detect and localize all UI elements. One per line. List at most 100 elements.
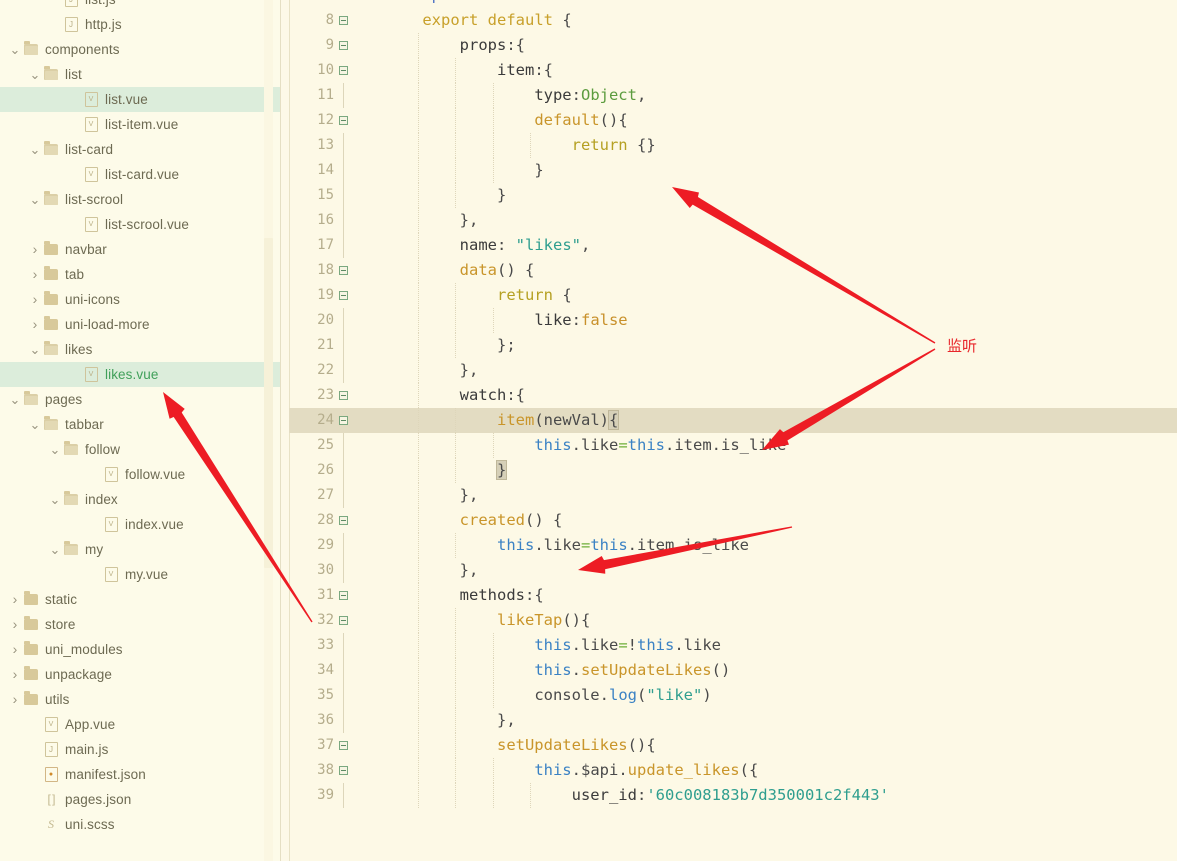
chevron-right-icon[interactable]: › xyxy=(28,312,42,337)
fold-toggle-icon[interactable] xyxy=(339,741,348,750)
code-line-19[interactable]: 19 return { xyxy=(289,283,1177,308)
tree-item-static[interactable]: › static xyxy=(0,587,281,612)
code-line-30[interactable]: 30 }, xyxy=(289,558,1177,583)
code-line-33[interactable]: 33 this.like=!this.like xyxy=(289,633,1177,658)
code-line-35[interactable]: 35 console.log("like") xyxy=(289,683,1177,708)
code-line-31[interactable]: 31 methods:{ xyxy=(289,583,1177,608)
code-line-28[interactable]: 28 created() { xyxy=(289,508,1177,533)
tree-item-follow[interactable]: ⌄ follow xyxy=(0,437,281,462)
chevron-down-icon[interactable]: ⌄ xyxy=(28,412,42,437)
tree-item-list-card-vue[interactable]: Vlist-card.vue xyxy=(0,162,281,187)
code-line-24[interactable]: 24 item(newVal){ xyxy=(289,408,1177,433)
tree-item-list-js[interactable]: Jlist.js xyxy=(0,0,281,12)
chevron-down-icon[interactable]: ⌄ xyxy=(28,62,42,87)
tree-item-follow-vue[interactable]: Vfollow.vue xyxy=(0,462,281,487)
code-line-11[interactable]: 11 type:Object, xyxy=(289,83,1177,108)
fold-toggle-icon[interactable] xyxy=(339,16,348,25)
tree-item-list-item-vue[interactable]: Vlist-item.vue xyxy=(0,112,281,137)
tree-item-list-scrool-vue[interactable]: Vlist-scrool.vue xyxy=(0,212,281,237)
code-line-38[interactable]: 38 this.$api.update_likes({ xyxy=(289,758,1177,783)
code-line-13[interactable]: 13 return {} xyxy=(289,133,1177,158)
tree-item-pages[interactable]: ⌄ pages xyxy=(0,387,281,412)
code-line-12[interactable]: 12 default(){ xyxy=(289,108,1177,133)
code-line-39[interactable]: 39 user_id:'60c008183b7d350001c2f443' xyxy=(289,783,1177,808)
fold-toggle-icon[interactable] xyxy=(339,66,348,75)
code-line-21[interactable]: 21 }; xyxy=(289,333,1177,358)
tree-item-list-card[interactable]: ⌄ list-card xyxy=(0,137,281,162)
fold-toggle-icon[interactable] xyxy=(339,291,348,300)
code-line-8[interactable]: 8 export default { xyxy=(289,8,1177,33)
tree-item-main-js[interactable]: Jmain.js xyxy=(0,737,281,762)
tree-item-my[interactable]: ⌄ my xyxy=(0,537,281,562)
code-line-22[interactable]: 22 }, xyxy=(289,358,1177,383)
fold-toggle-icon[interactable] xyxy=(339,766,348,775)
tree-item-index-vue[interactable]: Vindex.vue xyxy=(0,512,281,537)
chevron-right-icon[interactable]: › xyxy=(8,662,22,687)
tree-item-uni-modules[interactable]: › uni_modules xyxy=(0,637,281,662)
tree-item-uni-scss[interactable]: Suni.scss xyxy=(0,812,281,837)
tree-item-tab[interactable]: › tab xyxy=(0,262,281,287)
chevron-down-icon[interactable]: ⌄ xyxy=(8,37,22,62)
code-line-15[interactable]: 15 } xyxy=(289,183,1177,208)
code-line-16[interactable]: 16 }, xyxy=(289,208,1177,233)
chevron-down-icon[interactable]: ⌄ xyxy=(48,437,62,462)
file-explorer-sidebar[interactable]: Jlist.jsJhttp.js⌄components⌄listVlist.vu… xyxy=(0,0,281,861)
chevron-down-icon[interactable]: ⌄ xyxy=(28,337,42,362)
code-line-18[interactable]: 18 data() { xyxy=(289,258,1177,283)
code-line-29[interactable]: 29 this.like=this.item.is_like xyxy=(289,533,1177,558)
code-line-26[interactable]: 26 } xyxy=(289,458,1177,483)
code-line-14[interactable]: 14 } xyxy=(289,158,1177,183)
code-line-32[interactable]: 32 likeTap(){ xyxy=(289,608,1177,633)
code-line-27[interactable]: 27 }, xyxy=(289,483,1177,508)
tree-item-index[interactable]: ⌄ index xyxy=(0,487,281,512)
tree-item-likes-vue[interactable]: Vlikes.vue xyxy=(0,362,281,387)
tree-item-store[interactable]: › store xyxy=(0,612,281,637)
fold-toggle-icon[interactable] xyxy=(339,591,348,600)
chevron-right-icon[interactable]: › xyxy=(28,262,42,287)
fold-toggle-icon[interactable] xyxy=(339,266,348,275)
chevron-down-icon[interactable]: ⌄ xyxy=(28,187,42,212)
code-editor[interactable]: 7<script>8 export default {9 props:{10 i… xyxy=(289,0,1177,861)
fold-toggle-icon[interactable] xyxy=(339,416,348,425)
code-line-25[interactable]: 25 this.like=this.item.is_like xyxy=(289,433,1177,458)
code-line-17[interactable]: 17 name: "likes", xyxy=(289,233,1177,258)
code-line-37[interactable]: 37 setUpdateLikes(){ xyxy=(289,733,1177,758)
chevron-right-icon[interactable]: › xyxy=(8,587,22,612)
code-line-10[interactable]: 10 item:{ xyxy=(289,58,1177,83)
chevron-right-icon[interactable]: › xyxy=(8,687,22,712)
tree-item-pages-json[interactable]: [ ] pages.json xyxy=(0,787,281,812)
tree-item-uni-load-more[interactable]: › uni-load-more xyxy=(0,312,281,337)
tree-item-likes[interactable]: ⌄ likes xyxy=(0,337,281,362)
tree-item-app-vue[interactable]: V App.vue xyxy=(0,712,281,737)
tree-item-http-js[interactable]: Jhttp.js xyxy=(0,12,281,37)
fold-toggle-icon[interactable] xyxy=(339,516,348,525)
sidebar-scrollbar-thumb[interactable] xyxy=(264,238,273,568)
code-line-36[interactable]: 36 }, xyxy=(289,708,1177,733)
chevron-right-icon[interactable]: › xyxy=(8,637,22,662)
tree-item-components[interactable]: ⌄ components xyxy=(0,37,281,62)
tree-item-list[interactable]: ⌄ list xyxy=(0,62,281,87)
code-line-34[interactable]: 34 this.setUpdateLikes() xyxy=(289,658,1177,683)
tree-item-my-vue[interactable]: Vmy.vue xyxy=(0,562,281,587)
tree-item-list-vue[interactable]: Vlist.vue xyxy=(0,87,281,112)
code-line-9[interactable]: 9 props:{ xyxy=(289,33,1177,58)
code-line-23[interactable]: 23 watch:{ xyxy=(289,383,1177,408)
chevron-down-icon[interactable]: ⌄ xyxy=(48,537,62,562)
chevron-right-icon[interactable]: › xyxy=(8,612,22,637)
fold-toggle-icon[interactable] xyxy=(339,391,348,400)
file-tree[interactable]: Jlist.jsJhttp.js⌄components⌄listVlist.vu… xyxy=(0,0,281,837)
tree-item-list-scrool[interactable]: ⌄ list-scrool xyxy=(0,187,281,212)
code-line-20[interactable]: 20 like:false xyxy=(289,308,1177,333)
tree-item-unpackage[interactable]: › unpackage xyxy=(0,662,281,687)
chevron-right-icon[interactable]: › xyxy=(28,287,42,312)
code-line-7[interactable]: 7 <script> xyxy=(289,0,1177,8)
tree-item-navbar[interactable]: › navbar xyxy=(0,237,281,262)
chevron-right-icon[interactable]: › xyxy=(28,237,42,262)
tree-item-tabbar[interactable]: ⌄ tabbar xyxy=(0,412,281,437)
fold-toggle-icon[interactable] xyxy=(339,41,348,50)
tree-item-utils[interactable]: › utils xyxy=(0,687,281,712)
tree-item-uni-icons[interactable]: › uni-icons xyxy=(0,287,281,312)
chevron-down-icon[interactable]: ⌄ xyxy=(8,387,22,412)
fold-toggle-icon[interactable] xyxy=(339,616,348,625)
chevron-down-icon[interactable]: ⌄ xyxy=(48,487,62,512)
